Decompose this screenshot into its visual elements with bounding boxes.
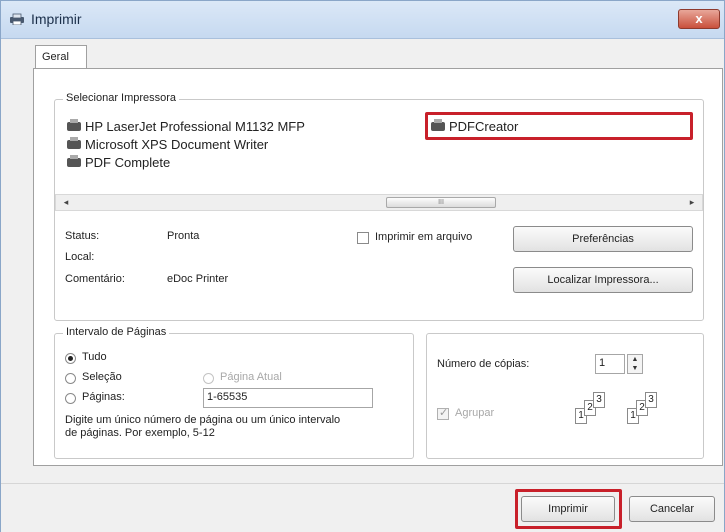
- spin-down-icon[interactable]: ▼: [628, 364, 642, 373]
- scrollbar-thumb[interactable]: III: [386, 197, 496, 208]
- printer-name: PDF Complete: [85, 155, 171, 170]
- printer-icon: [67, 119, 81, 131]
- printer-item-xps[interactable]: Microsoft XPS Document Writer: [67, 137, 268, 152]
- find-printer-button-label: Localizar Impressora...: [547, 274, 659, 286]
- radio-current-page-label: Página Atual: [220, 371, 282, 383]
- status-label: Status:: [65, 230, 100, 242]
- radio-all-label[interactable]: Tudo: [82, 351, 107, 363]
- status-value: Pronta: [167, 230, 200, 242]
- copies-input[interactable]: 1: [595, 354, 625, 374]
- select-printer-group: Selecionar Impressora HP LaserJet Profes…: [54, 92, 704, 321]
- collate-page: 3: [593, 392, 605, 408]
- window-title: Imprimir: [31, 11, 82, 27]
- cancel-button-label: Cancelar: [649, 503, 695, 515]
- print-dialog: Imprimir x Geral Selecionar Impressora H…: [0, 0, 725, 532]
- scroll-left-icon[interactable]: ◂: [58, 195, 74, 210]
- collate-page: 3: [645, 392, 657, 408]
- print-to-file-checkbox[interactable]: [357, 232, 369, 244]
- radio-current-page: [203, 373, 214, 384]
- select-printer-legend: Selecionar Impressora: [63, 92, 180, 104]
- printer-list: HP LaserJet Professional M1132 MFP Micro…: [55, 112, 703, 192]
- copies-input-value: 1: [599, 357, 606, 369]
- page-range-hint: Digite um único número de página ou um ú…: [65, 414, 341, 439]
- pages-input-value: 1-65535: [207, 391, 248, 403]
- comment-value: eDoc Printer: [167, 273, 229, 285]
- scrollbar-grip: III: [438, 199, 444, 206]
- scroll-right-icon[interactable]: ▸: [684, 195, 700, 210]
- tab-label: Geral: [42, 51, 69, 63]
- printer-name: Microsoft XPS Document Writer: [85, 137, 269, 152]
- printer-icon: [10, 13, 24, 25]
- copies-label: Número de cópias:: [437, 358, 530, 370]
- spin-up-icon[interactable]: ▲: [628, 355, 642, 364]
- printer-item-hp[interactable]: HP LaserJet Professional M1132 MFP: [67, 119, 305, 134]
- printer-icon: [67, 137, 81, 149]
- copies-group: Número de cópias: 1 ▲ ▼ ✓ Agrupar 1 2 3 …: [426, 333, 704, 459]
- collate-checkbox: ✓: [437, 407, 449, 420]
- copies-spinner[interactable]: ▲ ▼: [627, 354, 643, 374]
- print-button-highlight-box: [515, 489, 622, 529]
- radio-pages[interactable]: [65, 393, 76, 404]
- page-range-legend: Intervalo de Páginas: [63, 326, 170, 338]
- radio-pages-label[interactable]: Páginas:: [82, 391, 125, 403]
- comment-label: Comentário:: [65, 273, 125, 285]
- printer-list-scrollbar[interactable]: ◂ III ▸: [55, 194, 703, 211]
- tab-panel-geral: Selecionar Impressora HP LaserJet Profes…: [33, 68, 723, 466]
- close-button[interactable]: x: [678, 9, 720, 29]
- location-label: Local:: [65, 251, 95, 263]
- printer-item-pdf-complete[interactable]: PDF Complete: [67, 155, 170, 170]
- radio-selection[interactable]: [65, 373, 76, 384]
- preferences-button-label: Preferências: [572, 233, 634, 245]
- dialog-footer: Imprimir Cancelar: [1, 483, 724, 532]
- printer-icon: [67, 155, 81, 167]
- preferences-button[interactable]: Preferências: [513, 226, 693, 252]
- radio-all[interactable]: [65, 353, 76, 364]
- find-printer-button[interactable]: Localizar Impressora...: [513, 267, 693, 293]
- print-to-file-label[interactable]: Imprimir em arquivo: [375, 231, 472, 243]
- cancel-button[interactable]: Cancelar: [629, 496, 715, 522]
- page-range-group: Intervalo de Páginas Tudo Seleção Página…: [54, 326, 414, 459]
- tab-geral[interactable]: Geral: [35, 45, 87, 69]
- pages-input[interactable]: 1-65535: [203, 388, 373, 408]
- radio-selection-label[interactable]: Seleção: [82, 371, 122, 383]
- collate-label: Agrupar: [455, 407, 495, 419]
- close-icon: x: [695, 11, 703, 26]
- pdfcreator-highlight-box: [425, 112, 693, 140]
- printer-name: HP LaserJet Professional M1132 MFP: [85, 119, 305, 134]
- title-bar[interactable]: Imprimir x: [1, 1, 724, 39]
